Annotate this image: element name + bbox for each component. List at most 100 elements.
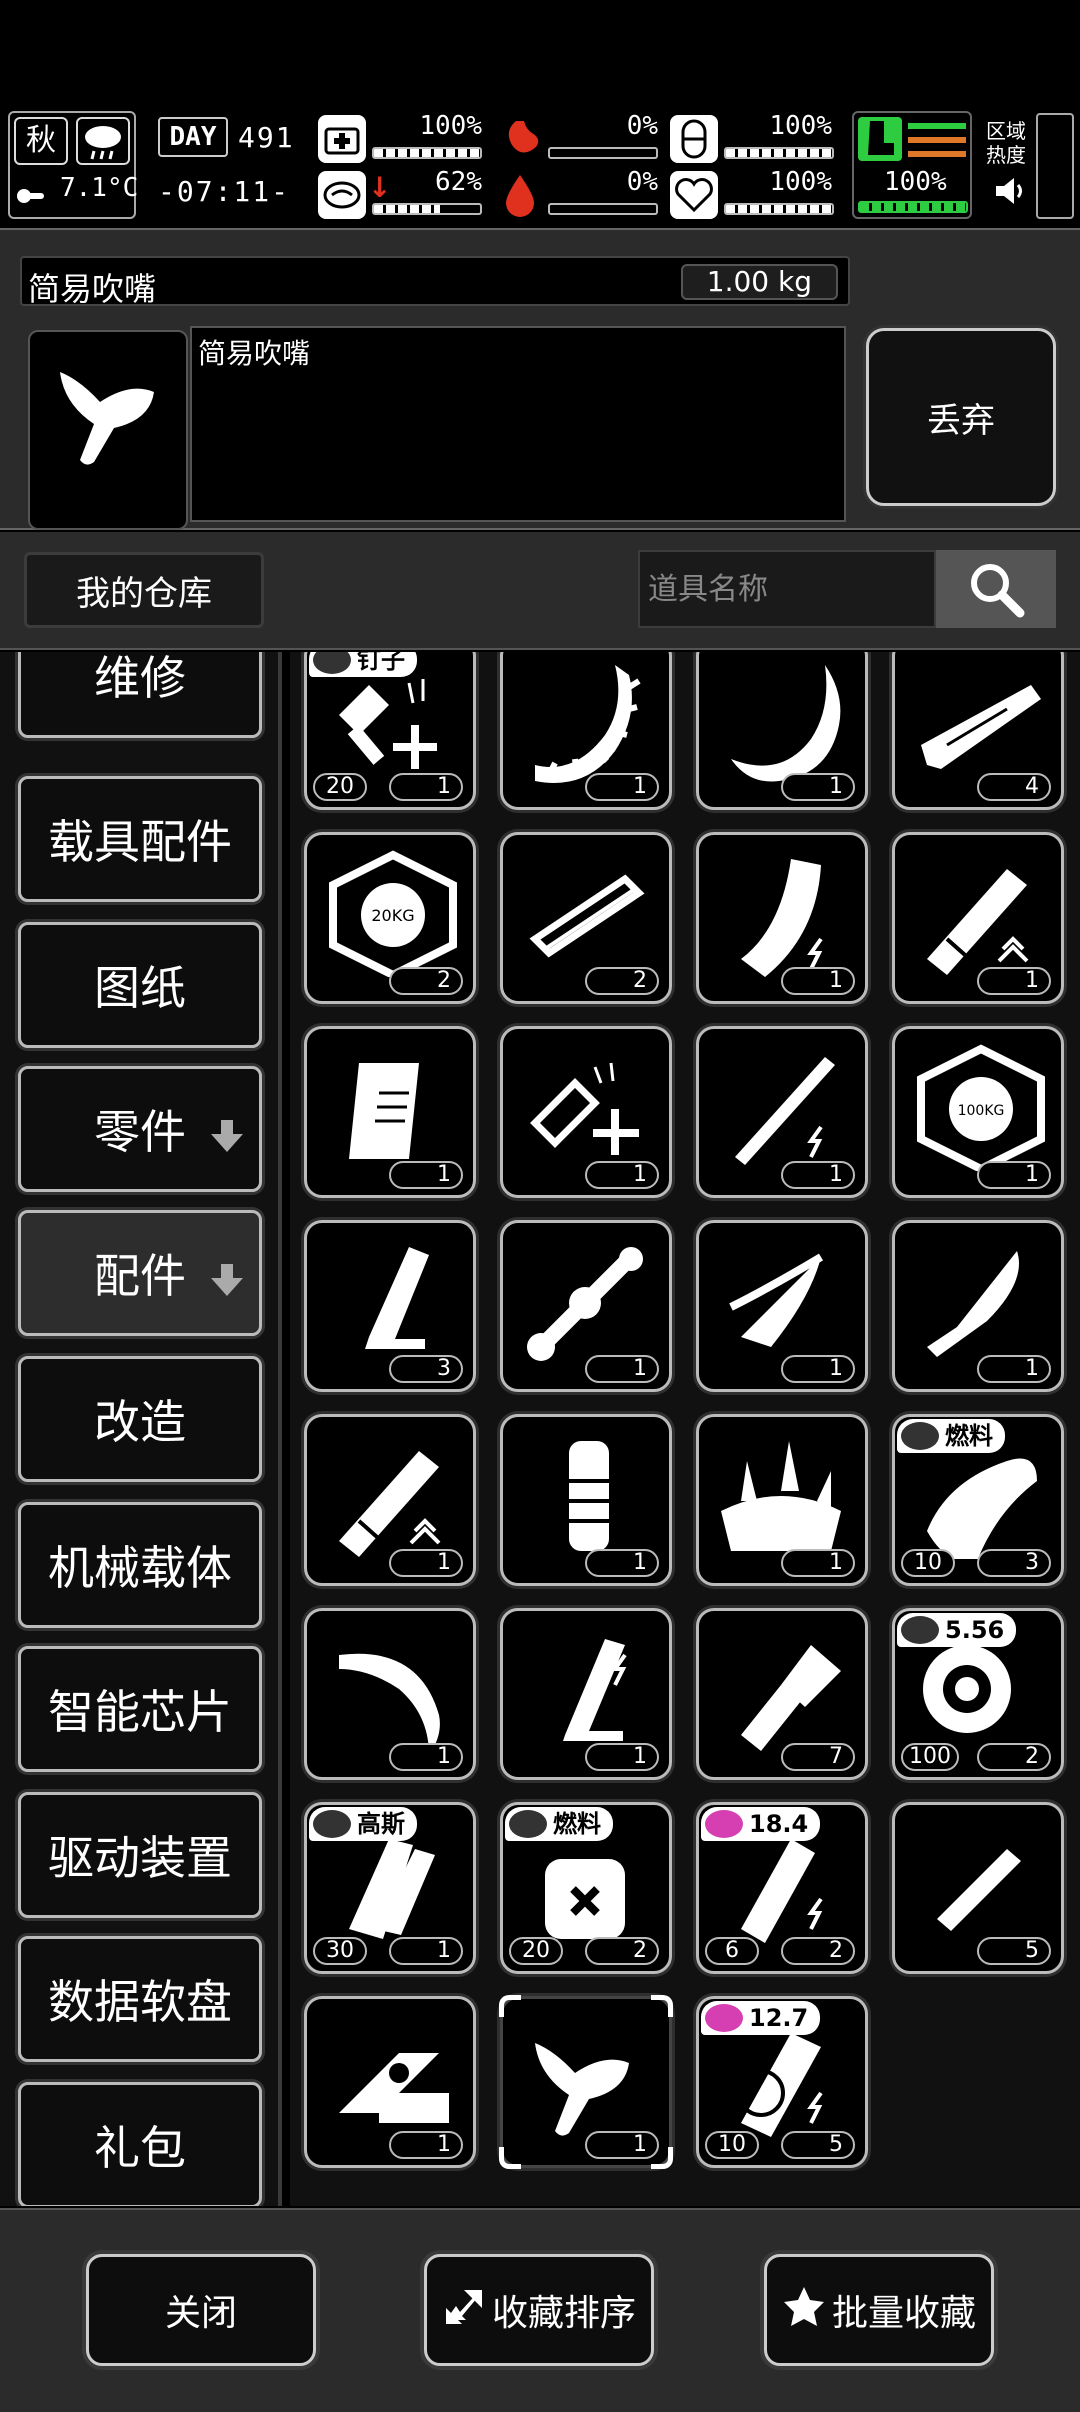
inventory-slot[interactable]: 1 xyxy=(304,1996,476,2168)
foregrip-icon xyxy=(569,1441,609,1551)
inventory-slot[interactable]: 5 xyxy=(892,1802,1064,1974)
day-panel: DAY 491 -07:11- xyxy=(158,111,302,219)
item-quantity: 1 xyxy=(781,967,855,995)
inventory-slot[interactable]: 1 xyxy=(500,1414,672,1586)
suppressor-icon xyxy=(927,869,1029,975)
inventory-slot[interactable]: 100KG 1 xyxy=(892,1026,1064,1198)
warehouse-header: 我的仓库 xyxy=(0,532,1080,650)
stamina-value: 62% xyxy=(435,167,482,197)
health-value: 100% xyxy=(419,111,482,141)
item-quantity: 1 xyxy=(781,1161,855,1189)
category-sidebar[interactable]: 维修 载具配件 图纸 零件 配件 改造 机械载体 智能芯片 驱动装置 数据软盘 … xyxy=(0,652,282,2206)
inventory-slot[interactable]: 2 xyxy=(500,832,672,1004)
inventory-slot[interactable]: 1 xyxy=(696,1414,868,1586)
inventory-slot[interactable]: 燃料 10 3 xyxy=(892,1414,1064,1586)
suppressor-icon xyxy=(339,1451,441,1557)
inventory-slot[interactable]: 1 xyxy=(304,1414,476,1586)
batch-favorite-button[interactable]: 批量收藏 xyxy=(764,2254,994,2366)
sidebar-item-smart-chip[interactable]: 智能芯片 xyxy=(18,1646,262,1772)
item-tag: 12.7 xyxy=(701,2001,821,2035)
star-icon xyxy=(782,2285,826,2336)
inventory-slot[interactable]: 7 xyxy=(696,1608,868,1780)
item-tag: 燃料 xyxy=(897,1419,1005,1453)
inventory-slot[interactable]: 钉子 20 1 xyxy=(304,652,476,810)
item-quantity: 2 xyxy=(781,1937,855,1965)
item-detail-panel: 简易吹嘴 1.00 kg 简易吹嘴 丢弃 xyxy=(0,228,1080,530)
item-quantity: 1 xyxy=(977,967,1051,995)
capsule-icon xyxy=(670,115,718,163)
inventory-slot[interactable]: 20KG 2 xyxy=(304,832,476,1004)
inventory-slot[interactable]: 1 xyxy=(696,1026,868,1198)
magazine-icon xyxy=(563,1639,627,1741)
sidebar-item-vehicle-parts[interactable]: 载具配件 xyxy=(18,776,262,902)
tag-label: 18.4 xyxy=(749,1810,809,1838)
inventory-slot[interactable]: 1 xyxy=(696,1220,868,1392)
inventory-slot[interactable]: 1 xyxy=(892,832,1064,1004)
item-quantity: 2 xyxy=(389,967,463,995)
inventory-slot[interactable]: 4 xyxy=(892,652,1064,810)
inventory-slot[interactable]: 12.7 10 5 xyxy=(696,1996,868,2168)
inventory-slot[interactable]: 1 xyxy=(500,652,672,810)
discard-button[interactable]: 丢弃 xyxy=(866,328,1056,506)
tag-label: 钉子 xyxy=(357,652,405,674)
season-badge: 秋 xyxy=(14,117,68,165)
inventory-slot[interactable]: 燃料 20 2 xyxy=(500,1802,672,1974)
small-rod-icon xyxy=(937,1849,1021,1931)
sidebar-item-mech-carrier[interactable]: 机械载体 xyxy=(18,1502,262,1628)
inventory-slot[interactable]: 高斯 30 1 xyxy=(304,1802,476,1974)
item-tag: 高斯 xyxy=(309,1807,417,1841)
favorite-sort-button[interactable]: 收藏排序 xyxy=(424,2254,654,2366)
sidebar-item-gift-pack[interactable]: 礼包 xyxy=(18,2082,262,2206)
inventory-slot[interactable]: 1 xyxy=(499,1995,673,2169)
zone-heat-label: 区域热度 xyxy=(986,119,1026,167)
hook-blade-icon xyxy=(339,1653,440,1753)
selection-corner xyxy=(651,1995,673,2017)
item-quantity: 1 xyxy=(781,773,855,801)
inventory-slot[interactable]: 1 xyxy=(892,1220,1064,1392)
blood-drop-icon xyxy=(496,171,544,219)
rail-mount-icon xyxy=(529,874,645,958)
sidebar-item-components[interactable]: 零件 xyxy=(18,1066,262,1192)
inventory-slot[interactable]: 1 xyxy=(304,1608,476,1780)
grip-icon xyxy=(349,1063,419,1159)
inventory-slot[interactable]: 18.4 6 2 xyxy=(696,1802,868,1974)
stamina-bar xyxy=(372,203,482,215)
boot-bar xyxy=(858,201,968,213)
day-label: DAY xyxy=(158,117,228,157)
inventory-slot[interactable]: 5.56 100 2 xyxy=(892,1608,1064,1780)
inventory-slot[interactable]: 3 xyxy=(304,1220,476,1392)
item-sub-count: 20 xyxy=(509,1937,563,1965)
sidebar-item-repair[interactable]: 维修 xyxy=(18,652,262,738)
item-quantity: 1 xyxy=(585,1355,659,1383)
item-name-bar: 简易吹嘴 1.00 kg xyxy=(20,256,850,308)
search-input[interactable] xyxy=(638,550,936,628)
tab-my-warehouse[interactable]: 我的仓库 xyxy=(24,552,264,628)
sidebar-item-blueprints[interactable]: 图纸 xyxy=(18,922,262,1048)
item-quantity: 1 xyxy=(977,1161,1051,1189)
sidebar-item-modification[interactable]: 改造 xyxy=(18,1356,262,1482)
sidebar-item-accessories[interactable]: 配件 xyxy=(18,1210,262,1336)
swap-arrows-icon xyxy=(442,2286,486,2335)
speaker-icon[interactable] xyxy=(992,173,1028,209)
inventory-grid[interactable]: 钉子 20 1 1 1 4 20KG 2 2 1 1 1 1 1 100KG 1 3 1 1 1 1 1 1 燃料 10 3 1 1 7… xyxy=(290,652,1080,2206)
svg-text:100KG: 100KG xyxy=(958,1103,1005,1119)
search-icon xyxy=(971,564,1025,618)
scope-icon xyxy=(527,1247,643,1361)
close-button[interactable]: 关闭 xyxy=(86,2254,316,2366)
inventory-slot[interactable]: 1 xyxy=(500,1026,672,1198)
spiked-arc-icon xyxy=(535,665,641,783)
item-quantity: 1 xyxy=(585,773,659,801)
sidebar-item-data-disk[interactable]: 数据软盘 xyxy=(18,1936,262,2062)
sidebar-item-drive-unit[interactable]: 驱动装置 xyxy=(18,1792,262,1918)
inventory-slot[interactable]: 1 xyxy=(696,832,868,1004)
tag-icon xyxy=(509,1810,547,1838)
curved-blade-icon xyxy=(731,665,841,782)
inventory-slot[interactable]: 1 xyxy=(500,1220,672,1392)
inventory-slot[interactable]: 1 xyxy=(500,1608,672,1780)
heart-icon xyxy=(670,171,718,219)
inventory-slot[interactable]: 1 xyxy=(304,1026,476,1198)
hunger-bar xyxy=(548,147,658,159)
search-button[interactable] xyxy=(936,550,1056,628)
inventory-slot[interactable]: 1 xyxy=(696,652,868,810)
item-sub-count: 100 xyxy=(901,1743,959,1771)
